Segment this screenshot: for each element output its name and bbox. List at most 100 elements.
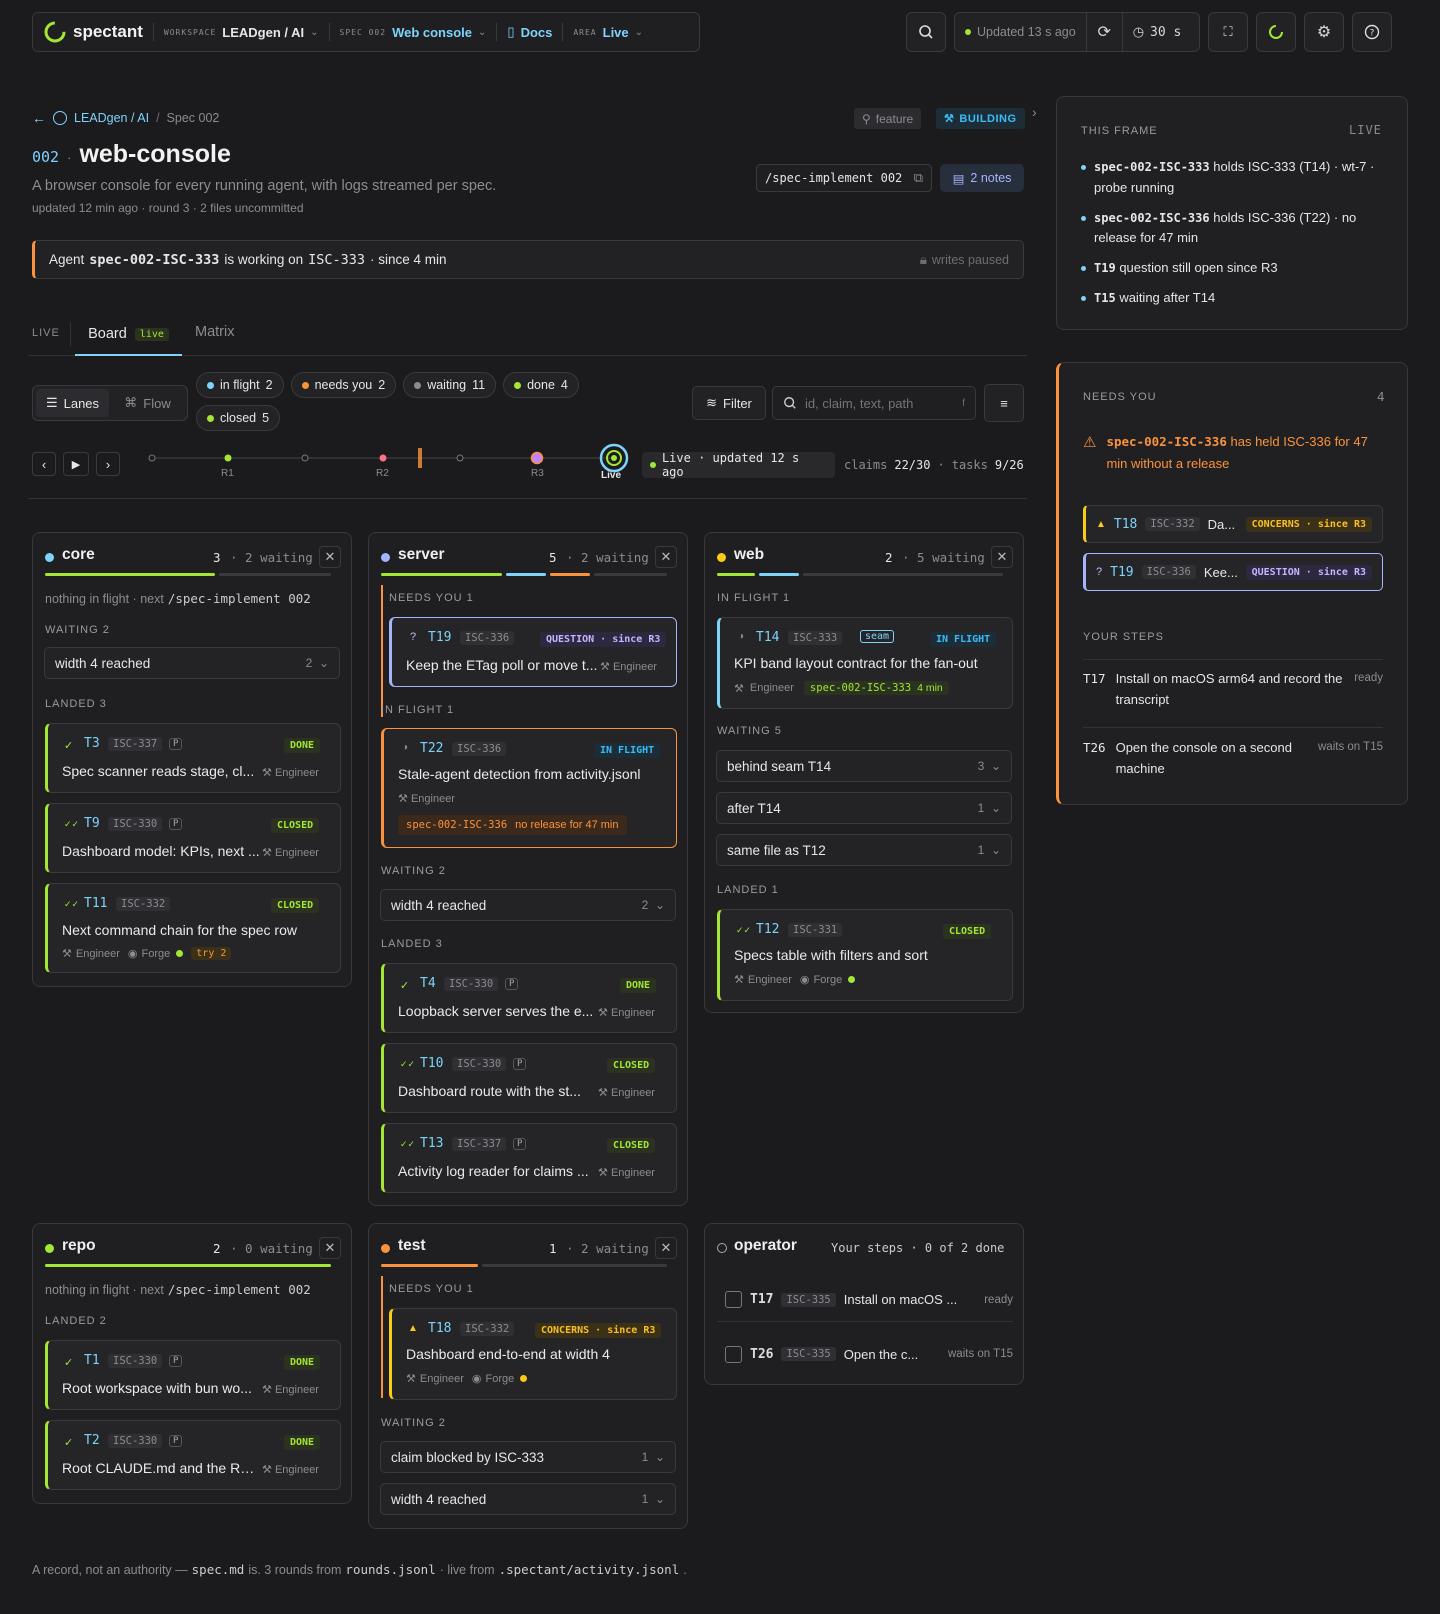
filter-done[interactable]: done 4 (503, 372, 579, 398)
task-isc: ISC-337 (452, 1137, 507, 1151)
back-arrow-icon[interactable]: ← (32, 110, 46, 126)
theme-button[interactable] (1256, 12, 1296, 52)
lanes-button[interactable]: ☰ Lanes (36, 389, 109, 417)
task-card[interactable]: ✓✓ T11 ISC-332 CLOSED Next command chain… (45, 883, 341, 973)
next-round-button[interactable]: › (96, 452, 120, 476)
spec-description: A browser console for every running agen… (32, 178, 497, 194)
close-lane-button[interactable]: ✕ (655, 1237, 677, 1259)
task-isc: ISC-331 (788, 923, 843, 937)
command-copy[interactable]: /spec-implement 002 ⧉ (756, 164, 932, 192)
waiting-group[interactable]: after T14 1 ⌄ (716, 792, 1012, 824)
copy-icon[interactable]: ⧉ (914, 170, 923, 186)
fullscreen-button[interactable]: ⛶ (1208, 12, 1248, 52)
docs-label: Docs (520, 24, 553, 40)
next-command[interactable]: /spec-implement 002 (168, 591, 311, 606)
lane-idle: nothing in flight · next/spec-implement … (45, 591, 311, 606)
waiting-group-label: width 4 reached (391, 1491, 487, 1507)
waiting-group[interactable]: width 4 reached 2 ⌄ (380, 889, 676, 921)
wrench-icon: ⚒︎ (262, 1384, 272, 1396)
chevron-down-icon: ⌄ (990, 759, 1001, 773)
search-button[interactable] (906, 12, 946, 52)
filter-label: waiting (427, 378, 467, 392)
lane-progress-inflight (759, 573, 799, 576)
waiting-group-label: width 4 reached (391, 897, 487, 913)
task-card[interactable]: ✓✓ T10 ISC-330 P CLOSED Dashboard route … (381, 1043, 677, 1113)
filter-in-flight[interactable]: in flight 2 (196, 372, 284, 398)
round-timeline[interactable] (140, 440, 640, 488)
step-item[interactable]: T26 Open the console on a second machine… (1083, 738, 1383, 780)
close-lane-button[interactable]: ✕ (319, 546, 341, 568)
tab-board[interactable]: Board live (75, 314, 182, 356)
step-checkbox[interactable] (725, 1291, 742, 1308)
settings-button[interactable]: ⚙ (1304, 12, 1344, 52)
try-badge: try 2 (191, 947, 232, 960)
wrench-icon: ⚒︎ (262, 767, 272, 779)
play-button[interactable]: ▶ (63, 452, 89, 476)
prev-round-button[interactable]: ‹ (32, 452, 56, 476)
close-lane-button[interactable]: ✕ (991, 546, 1013, 568)
chevron-down-icon: ⌄ (654, 1450, 665, 1464)
status-badge: IN FLIGHT (594, 743, 661, 758)
close-lane-button[interactable]: ✕ (319, 1237, 341, 1259)
task-card[interactable]: ✓ T1 ISC-330 P DONE Root workspace with … (45, 1340, 341, 1410)
task-card[interactable]: ✓✓ T13 ISC-337 P CLOSED Activity log rea… (381, 1123, 677, 1193)
live-status-text: Live · updated 12 s ago (661, 451, 800, 479)
filter-closed[interactable]: closed 5 (196, 405, 281, 431)
waiting-group[interactable]: width 4 reached 1 ⌄ (380, 1483, 676, 1515)
waiting-group[interactable]: behind seam T14 3 ⌄ (716, 750, 1012, 782)
task-card[interactable]: ✓ T3 ISC-337 P DONE Spec scanner reads s… (45, 723, 341, 793)
refresh-button[interactable]: ⟳ (1087, 13, 1123, 51)
filter-label: in flight (220, 378, 260, 392)
task-card-concerns[interactable]: ▲ T18 ISC-332 CONCERNS · since R3 Dashbo… (389, 1308, 677, 1400)
close-lane-button[interactable]: ✕ (655, 546, 677, 568)
task-card[interactable]: ✓ T2 ISC-330 P DONE Root CLAUDE.md and t… (45, 1420, 341, 1490)
task-card[interactable]: ✓✓ T12 ISC-331 CLOSED Specs table with f… (717, 909, 1013, 1001)
needs-item[interactable]: ? T19 ISC-336 Kee... QUESTION · since R3 (1083, 553, 1383, 591)
waiting-group[interactable]: same file as T12 1 ⌄ (716, 834, 1012, 866)
gear-icon: ⚙ (1316, 24, 1332, 41)
chevron-down-icon: ⌄ (318, 656, 329, 670)
next-command[interactable]: /spec-implement 002 (168, 1282, 311, 1297)
lane-count: 1 (549, 1241, 557, 1256)
task-card-inflight[interactable]: ◑ T14 ISC-333 seam IN FLIGHT KPI band la… (717, 617, 1013, 709)
help-button[interactable]: ? (1352, 12, 1392, 52)
task-card-question[interactable]: ? T19 ISC-336 QUESTION · since R3 Keep t… (389, 617, 677, 687)
breadcrumb-org[interactable]: LEADgen / AI (74, 111, 149, 125)
task-card[interactable]: ✓ T4 ISC-330 P DONE Loopback server serv… (381, 963, 677, 1033)
task-p-flag: P (513, 1138, 527, 1150)
waiting-group[interactable]: claim blocked by ISC-333 1 ⌄ (380, 1441, 676, 1473)
filter-button[interactable]: ≋ Filter (692, 386, 766, 420)
docs-link[interactable]: ▯ Docs (507, 24, 552, 40)
task-id: T1 (84, 1353, 100, 1368)
interval-button[interactable]: ◷ 30 s (1123, 24, 1192, 40)
feature-label: feature (875, 111, 914, 126)
spec-name: Web console (392, 24, 473, 40)
closed-dot-icon (207, 414, 214, 422)
tab-matrix[interactable]: Matrix (195, 324, 234, 340)
brand[interactable]: spectant (43, 20, 143, 44)
filter-needs-you[interactable]: needs you 2 (290, 372, 397, 398)
chevron-right-icon: › (105, 456, 111, 472)
spec-selector[interactable]: SPEC 002 Web console ⌄ (340, 25, 487, 40)
workspace-selector[interactable]: WORKSPACE LEADgen / AI ⌄ (164, 25, 319, 40)
live-dot-icon (650, 462, 656, 468)
area-selector[interactable]: AREA Live ⌄ (573, 25, 643, 40)
status-group: Updated 13 s ago ⟳ ◷ 30 s (954, 12, 1200, 52)
chevron-right-icon[interactable]: › (1032, 104, 1037, 120)
section-waiting: WAITING 2 (45, 624, 110, 636)
frame-item-text: waiting after T14 (1119, 289, 1216, 305)
task-card[interactable]: ✓✓ T9 ISC-330 P CLOSED Dashboard model: … (45, 803, 341, 873)
updated-text: Updated 13 s ago (977, 25, 1076, 39)
waiting-group[interactable]: width 4 reached 2 ⌄ (44, 647, 340, 679)
claims-label: claims (844, 458, 888, 472)
flow-button[interactable]: ⌘ Flow (111, 389, 184, 417)
search-input[interactable] (805, 395, 955, 411)
notes-button[interactable]: ▤ 2 notes (940, 164, 1024, 192)
task-card-inflight[interactable]: ◑ T22 ISC-336 IN FLIGHT Stale-agent dete… (381, 728, 677, 848)
step-checkbox[interactable] (725, 1345, 742, 1363)
menu-button[interactable]: ≡ (984, 384, 1024, 422)
needs-item[interactable]: ▲ T18 ISC-332 Da... CONCERNS · since R3 (1083, 505, 1383, 543)
filter-waiting[interactable]: waiting 11 (403, 372, 497, 398)
step-item[interactable]: T17 Install on macOS arm64 and record th… (1083, 669, 1383, 711)
search-box[interactable]: f (772, 386, 976, 420)
